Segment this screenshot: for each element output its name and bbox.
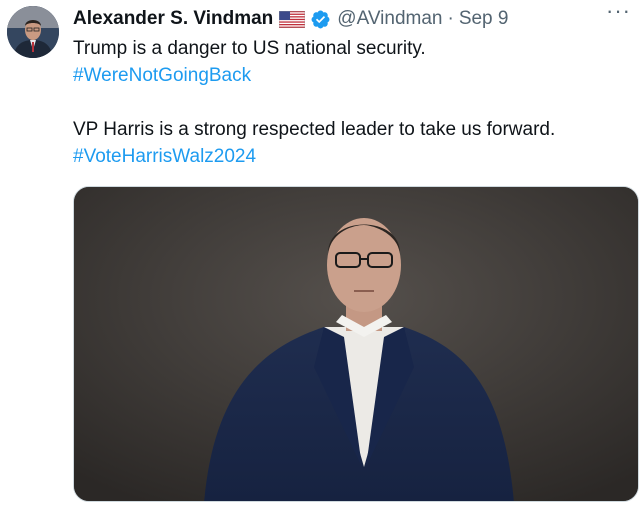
author-handle[interactable]: @AVindman bbox=[337, 8, 442, 30]
hashtag-vote-harris-walz[interactable]: #VoteHarrisWalz2024 bbox=[73, 144, 256, 170]
hashtag-were-not-going-back[interactable]: #WereNotGoingBack bbox=[73, 63, 251, 89]
separator-dot: · bbox=[447, 8, 454, 29]
verified-badge-icon[interactable] bbox=[310, 9, 331, 30]
tweet-header: Alexander S. Vindman @AVindman · Sep 9 bbox=[73, 6, 639, 32]
author-name[interactable]: Alexander S. Vindman bbox=[73, 8, 273, 30]
tweet-date[interactable]: Sep 9 bbox=[459, 8, 509, 30]
tweet-text-line-2: VP Harris is a strong respected leader t… bbox=[73, 119, 556, 140]
avatar[interactable] bbox=[7, 6, 59, 58]
video-media[interactable] bbox=[73, 186, 639, 502]
tweet[interactable]: Alexander S. Vindman @AVindman · Sep 9 ·… bbox=[0, 0, 639, 506]
tweet-text-line-1: Trump is a danger to US national securit… bbox=[73, 38, 426, 59]
more-options-icon[interactable]: ··· bbox=[606, 0, 631, 22]
video-frame-image bbox=[74, 187, 638, 501]
us-flag-icon bbox=[279, 10, 306, 28]
